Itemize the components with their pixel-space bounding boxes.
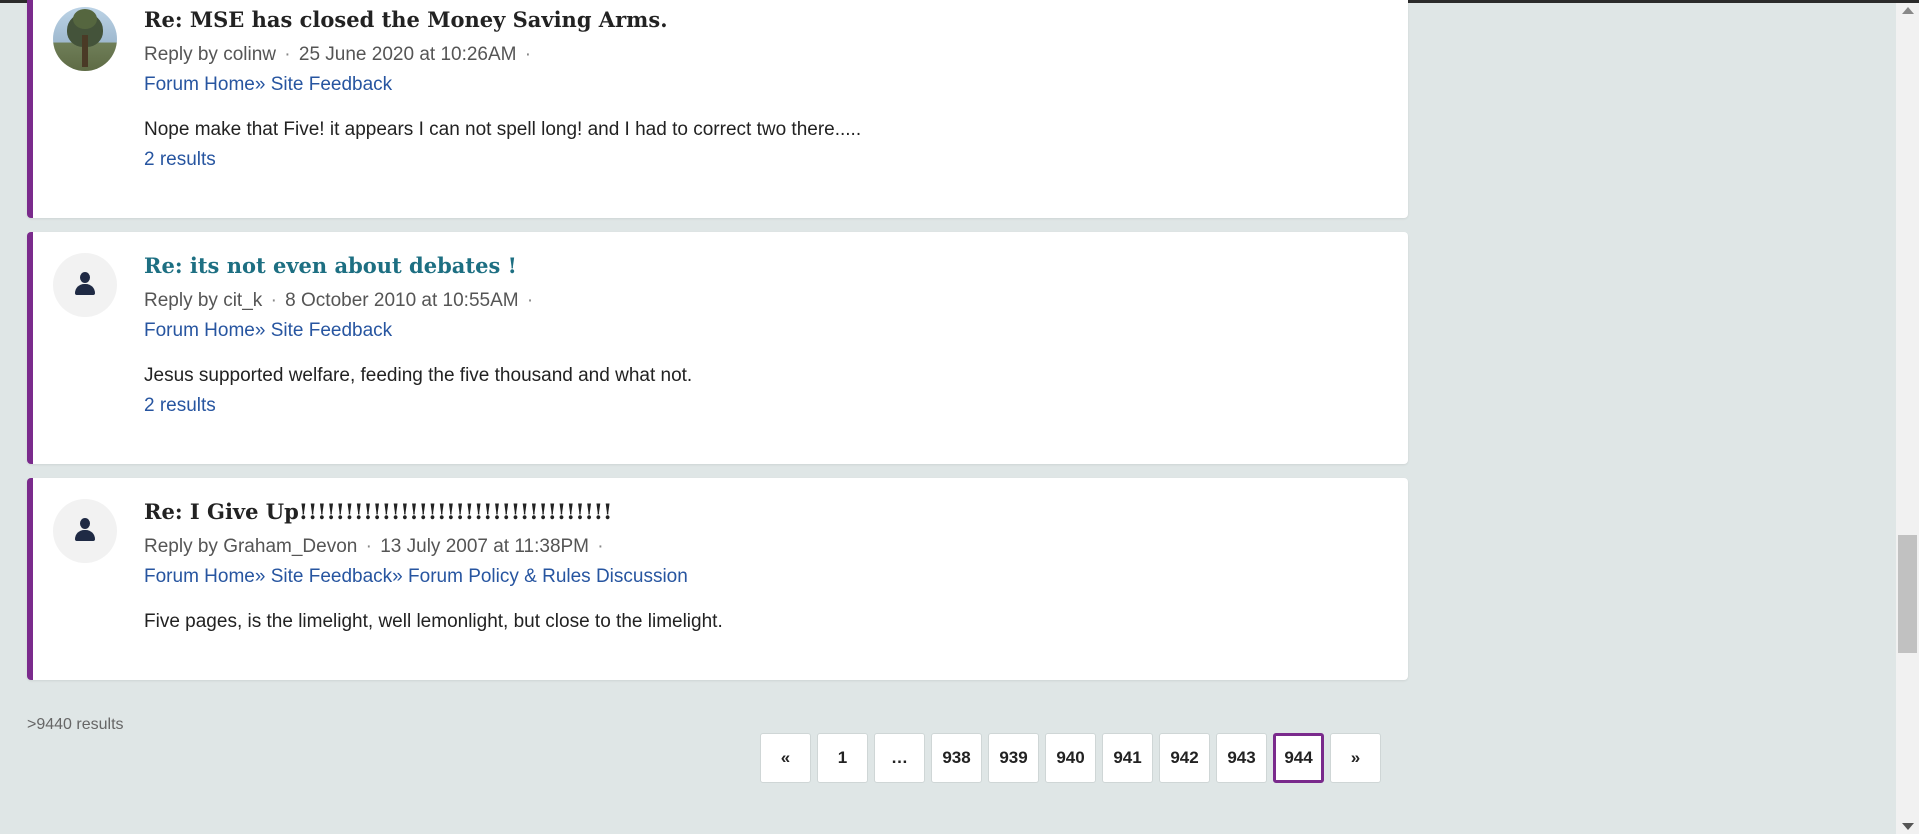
- more-results-link[interactable]: 2 results: [144, 149, 216, 170]
- separator: ·: [270, 290, 277, 311]
- more-results-link[interactable]: 2 results: [144, 395, 216, 416]
- result-title-link[interactable]: Re: its not even about debates !: [144, 252, 1388, 280]
- separator: ·: [526, 290, 534, 311]
- user-avatar[interactable]: [53, 253, 117, 317]
- separator: ·: [365, 536, 372, 557]
- pagination: « 1 … 938 939 940 941 942 943 944 »: [760, 733, 1381, 783]
- reply-by: Reply by Graham_Devon: [144, 536, 358, 557]
- breadcrumb-site-feedback[interactable]: Site Feedback: [271, 74, 392, 95]
- post-date: 8 October 2010 at 10:55AM: [285, 290, 519, 311]
- person-icon: [75, 272, 95, 296]
- page-942-button[interactable]: 942: [1159, 733, 1210, 783]
- breadcrumb-forum-home[interactable]: Forum Home»: [144, 320, 265, 341]
- result-meta: Reply by colinw · 25 June 2020 at 10:26A…: [144, 42, 1388, 68]
- breadcrumb-site-feedback[interactable]: Site Feedback: [271, 320, 392, 341]
- scrollbar-thumb[interactable]: [1898, 535, 1917, 653]
- results-count: >9440 results: [27, 716, 124, 733]
- page-940-button[interactable]: 940: [1045, 733, 1096, 783]
- breadcrumb: Forum Home» Site Feedback» Forum Policy …: [144, 564, 1388, 590]
- page-944-current[interactable]: 944: [1273, 733, 1324, 783]
- post-date: 13 July 2007 at 11:38PM: [380, 536, 590, 557]
- person-icon: [75, 518, 95, 542]
- result-meta: Reply by Graham_Devon · 13 July 2007 at …: [144, 534, 1388, 560]
- scroll-down-arrow-icon[interactable]: [1902, 823, 1914, 830]
- page-943-button[interactable]: 943: [1216, 733, 1267, 783]
- breadcrumb-site-feedback[interactable]: Site Feedback»: [271, 566, 403, 587]
- page-939-button[interactable]: 939: [988, 733, 1039, 783]
- separator: ·: [284, 44, 291, 65]
- reply-by: Reply by cit_k: [144, 290, 263, 311]
- separator: ·: [524, 44, 532, 65]
- breadcrumb: Forum Home» Site Feedback: [144, 72, 1388, 98]
- breadcrumb: Forum Home» Site Feedback: [144, 318, 1388, 344]
- page-next-button[interactable]: »: [1330, 733, 1381, 783]
- tree-crown-top: [73, 9, 97, 29]
- result-card: Re: its not even about debates ! Reply b…: [27, 232, 1408, 464]
- result-meta: Reply by cit_k · 8 October 2010 at 10:55…: [144, 288, 1388, 314]
- page-prev-button[interactable]: «: [760, 733, 811, 783]
- vertical-scrollbar[interactable]: [1896, 3, 1919, 834]
- user-avatar[interactable]: [53, 7, 117, 71]
- search-results-list: Re: MSE has closed the Money Saving Arms…: [27, 0, 1408, 694]
- result-card: Re: MSE has closed the Money Saving Arms…: [27, 0, 1408, 218]
- result-snippet: Nope make that Five! it appears I can no…: [144, 119, 862, 140]
- breadcrumb-forum-home[interactable]: Forum Home»: [144, 74, 265, 95]
- page-938-button[interactable]: 938: [931, 733, 982, 783]
- reply-by: Reply by colinw: [144, 44, 276, 65]
- result-card: Re: I Give Up!!!!!!!!!!!!!!!!!!!!!!!!!!!…: [27, 478, 1408, 680]
- result-title-link[interactable]: Re: I Give Up!!!!!!!!!!!!!!!!!!!!!!!!!!!…: [144, 498, 1388, 526]
- result-title-link[interactable]: Re: MSE has closed the Money Saving Arms…: [144, 6, 1388, 34]
- page-1-button[interactable]: 1: [817, 733, 868, 783]
- result-snippet: Five pages, is the limelight, well lemon…: [144, 611, 723, 632]
- tree-trunk: [82, 35, 88, 67]
- separator: ·: [597, 536, 604, 557]
- breadcrumb-forum-home[interactable]: Forum Home»: [144, 566, 265, 587]
- breadcrumb-forum-policy[interactable]: Forum Policy & Rules Discussion: [408, 566, 688, 587]
- page-ellipsis: …: [874, 733, 925, 783]
- post-date: 25 June 2020 at 10:26AM: [298, 44, 517, 65]
- result-snippet: Jesus supported welfare, feeding the fiv…: [144, 365, 693, 386]
- user-avatar[interactable]: [53, 499, 117, 563]
- scroll-up-arrow-icon[interactable]: [1902, 7, 1914, 14]
- page-941-button[interactable]: 941: [1102, 733, 1153, 783]
